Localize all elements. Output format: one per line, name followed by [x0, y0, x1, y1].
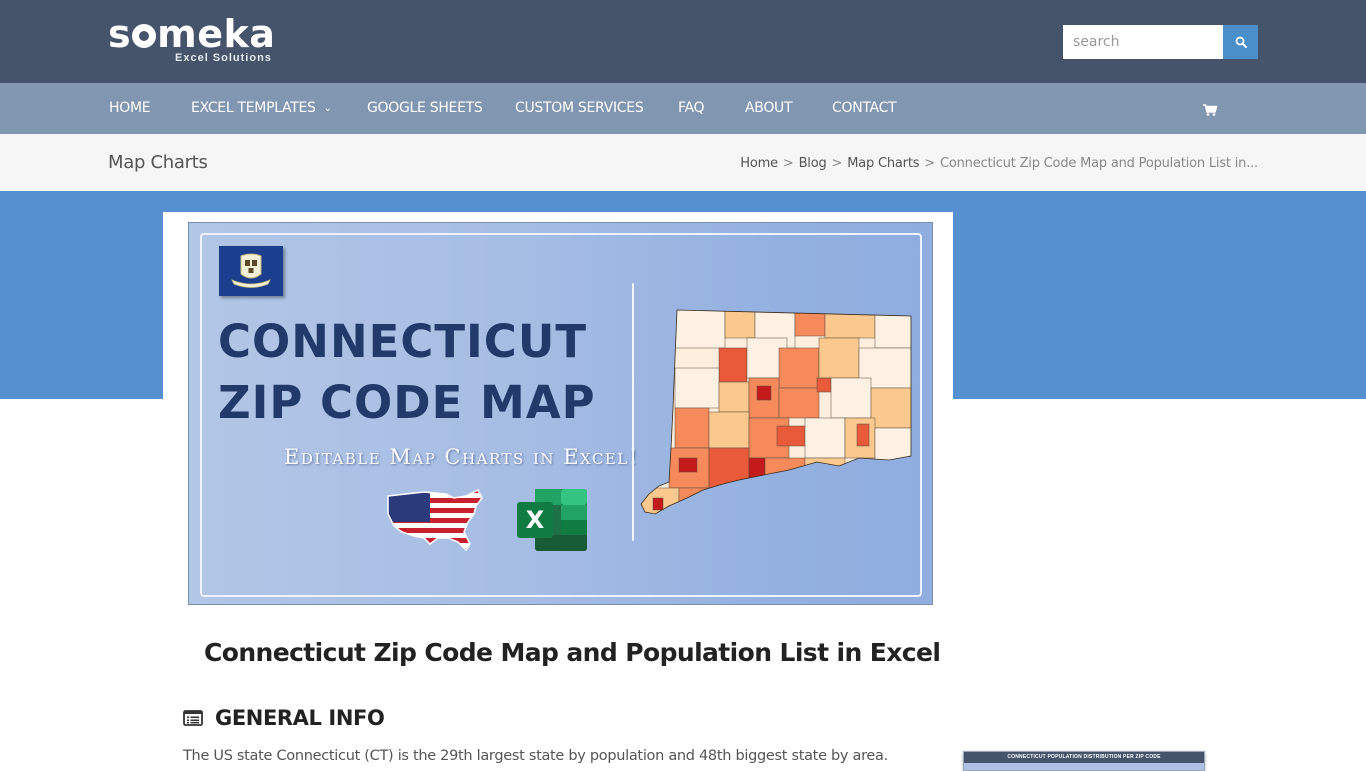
nav-faq-label: FAQ [678, 100, 705, 116]
list-alt-icon [183, 710, 203, 726]
logo-wordmark: s meka [108, 12, 276, 56]
breadcrumb-separator: > [782, 156, 794, 171]
chevron-down-icon: ⌄ [323, 103, 332, 114]
article-paragraph: The US state Connecticut (CT) is the 29t… [183, 748, 888, 764]
featured-image[interactable]: CONNECTICUT ZIP CODE MAP Editable Map Ch… [188, 222, 933, 605]
breadcrumb-separator: > [831, 156, 843, 171]
nav-contact-label: CONTACT [832, 100, 897, 116]
breadcrumb: Home > Blog > Map Charts > Connecticut Zip Cod… [740, 156, 1258, 171]
nav-google-sheets[interactable]: GOOGLE SHEETS [367, 83, 483, 134]
search-button[interactable] [1223, 25, 1258, 59]
nav-faq[interactable]: FAQ [678, 83, 705, 134]
nav-home[interactable]: HOME [109, 83, 151, 134]
hero-subtitle: Editable Map Charts in Excel! [284, 445, 639, 469]
connecticut-flag-icon [219, 246, 283, 296]
breadcrumb-separator: > [924, 156, 935, 171]
excel-logo-letter: X [526, 506, 545, 534]
hero-title-line1: CONNECTICUT [218, 315, 588, 368]
logo-subtitle: Excel Solutions [175, 52, 272, 64]
nav-custom-services-label: CUSTOM SERVICES [515, 100, 644, 116]
usa-flag-map-icon [387, 488, 483, 552]
search-input[interactable] [1063, 25, 1223, 59]
main-nav: HOME EXCEL TEMPLATES ⌄ GOOGLE SHEETS CUST… [0, 83, 1366, 134]
logo-o-icon [132, 24, 157, 48]
hero-title-line2: ZIP CODE MAP [218, 376, 596, 429]
hero-title: CONNECTICUT ZIP CODE MAP [218, 311, 596, 433]
excel-logo-icon: X [517, 489, 587, 551]
nav-about[interactable]: ABOUT [745, 83, 793, 134]
breadcrumb-map-charts[interactable]: Map Charts [847, 156, 919, 171]
sidebar-thumbnail-title: CONNECTICUT POPULATION DISTRIBUTION PER … [964, 752, 1204, 763]
sidebar-thumbnail[interactable]: CONNECTICUT POPULATION DISTRIBUTION PER … [963, 751, 1205, 771]
breadcrumb-home[interactable]: Home [740, 156, 778, 171]
nav-about-label: ABOUT [745, 100, 793, 116]
breadcrumb-blog[interactable]: Blog [799, 156, 827, 171]
someka-logo[interactable]: s meka Excel Solutions [108, 12, 276, 64]
article-title: Connecticut Zip Code Map and Population … [204, 638, 941, 667]
search-icon [1235, 36, 1247, 48]
nav-excel-templates-label: EXCEL TEMPLATES [191, 100, 316, 116]
section-title: GENERAL INFO [215, 706, 385, 730]
nav-home-label: HOME [109, 100, 151, 116]
shopping-cart-icon[interactable] [1202, 102, 1218, 118]
nav-custom-services[interactable]: CUSTOM SERVICES [515, 83, 644, 134]
nav-google-sheets-label: GOOGLE SHEETS [367, 100, 483, 116]
nav-contact[interactable]: CONTACT [832, 83, 897, 134]
page-category-title: Map Charts [108, 152, 208, 173]
connecticut-zip-map [640, 309, 912, 515]
nav-excel-templates[interactable]: EXCEL TEMPLATES ⌄ [191, 83, 332, 134]
breadcrumb-current: Connecticut Zip Code Map and Population … [940, 156, 1258, 171]
general-info-heading: GENERAL INFO [183, 706, 385, 730]
site-header: s meka Excel Solutions [0, 0, 1366, 83]
hero-divider [632, 283, 634, 541]
